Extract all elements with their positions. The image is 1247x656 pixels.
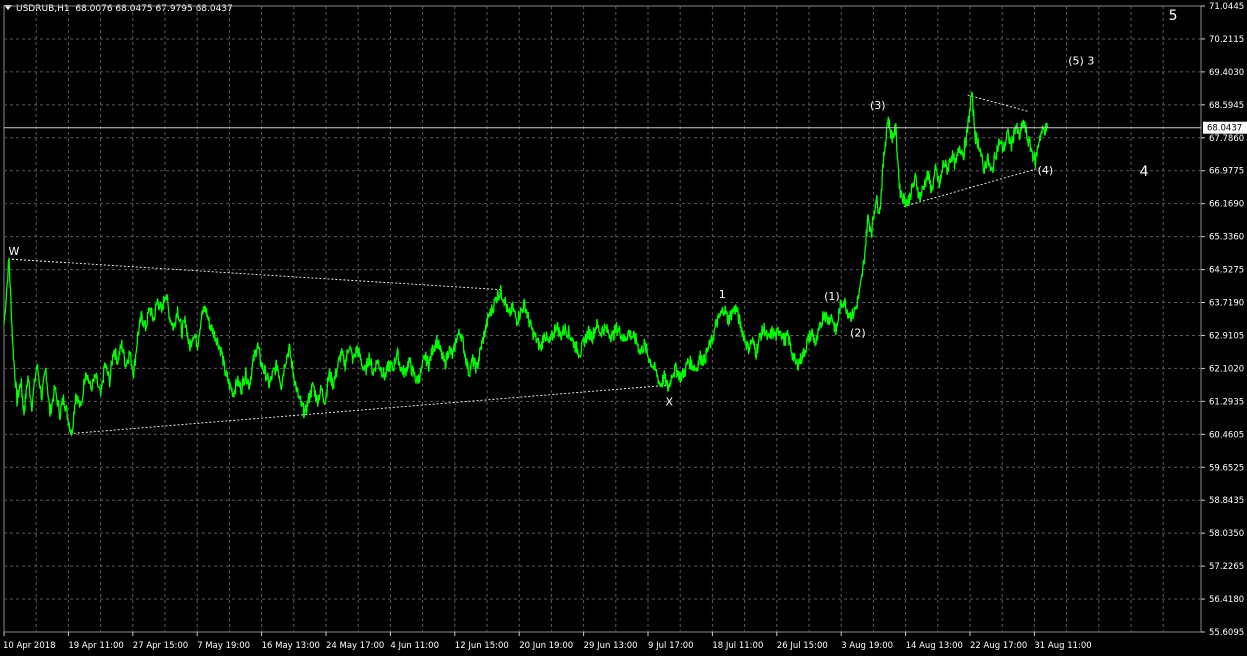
x-tick-label: 22 Aug 17:00: [970, 641, 1027, 651]
wave-label: (2): [850, 326, 866, 339]
y-tick-label: 71.0445: [1209, 2, 1244, 12]
wave-label: W: [9, 245, 20, 258]
y-tick-label: 58.8435: [1209, 496, 1244, 506]
x-tick-label: 18 Jul 11:00: [712, 641, 763, 651]
y-tick-label: 63.7190: [1209, 299, 1244, 309]
trendline[interactable]: [967, 94, 1028, 112]
y-tick-label: 64.5275: [1209, 266, 1244, 276]
y-tick-label: 57.2265: [1209, 562, 1244, 572]
x-tick-label: 20 Jun 19:00: [519, 641, 573, 651]
y-tick-label: 68.5945: [1209, 101, 1244, 111]
x-tick-label: 16 May 13:00: [262, 641, 320, 651]
wave-label: X: [666, 395, 674, 408]
y-tick-label: 70.2115: [1209, 35, 1244, 45]
x-tick-label: 31 Aug 11:00: [1034, 641, 1091, 651]
wave-label: 5: [1169, 8, 1178, 24]
wave-label: 1: [719, 288, 726, 301]
x-tick-label: 12 Jun 15:00: [455, 641, 509, 651]
wave-label: 4: [1140, 164, 1149, 180]
x-tick-label: 7 May 19:00: [197, 641, 250, 651]
x-tick-label: 26 Jul 15:00: [777, 641, 828, 651]
x-tick-label: 10 Apr 2018: [3, 641, 56, 651]
x-tick-label: 29 Jun 13:00: [584, 641, 638, 651]
y-tick-label: 58.0350: [1209, 529, 1244, 539]
price-series-line: [3, 91, 1049, 437]
wave-label: (5) 3: [1068, 55, 1094, 68]
price-chart[interactable]: 71.0445 70.2115 69.4030 68.5945 67.7860 66.97…: [0, 0, 1247, 656]
y-tick-label: 66.9775: [1209, 167, 1244, 177]
y-tick-label: 61.2935: [1209, 397, 1244, 407]
x-tick-label: 4 Jun 11:00: [390, 641, 439, 651]
x-tick-label: 24 May 17:00: [326, 641, 384, 651]
x-tick-label: 14 Aug 13:00: [906, 641, 963, 651]
trendline[interactable]: [69, 384, 671, 435]
x-tick-label: 9 Jul 17:00: [648, 641, 694, 651]
y-tick-label: 55.6095: [1209, 628, 1244, 638]
wave-label: (1): [824, 290, 840, 303]
wave-label: (3): [870, 99, 886, 112]
x-tick-label: 27 Apr 15:00: [133, 641, 188, 651]
x-tick-label: 3 Aug 19:00: [841, 641, 893, 651]
y-tick-label: 67.7860: [1209, 134, 1244, 144]
y-tick-label: 66.1690: [1209, 200, 1244, 210]
y-tick-label: 59.6525: [1209, 463, 1244, 473]
trendline[interactable]: [11, 258, 501, 291]
x-tick-label: 19 Apr 11:00: [68, 641, 123, 651]
y-tick-label: 62.1020: [1209, 364, 1244, 374]
y-tick-label: 62.9105: [1209, 331, 1244, 341]
y-tick-label: 65.3360: [1209, 233, 1244, 243]
current-price-label: 68.0437: [1207, 124, 1242, 134]
y-tick-label: 56.4180: [1209, 595, 1244, 605]
y-tick-label: 69.4030: [1209, 68, 1244, 78]
wave-label: (4): [1038, 164, 1054, 177]
plot-frame: [3, 5, 1202, 633]
y-tick-label: 60.4605: [1209, 430, 1244, 440]
